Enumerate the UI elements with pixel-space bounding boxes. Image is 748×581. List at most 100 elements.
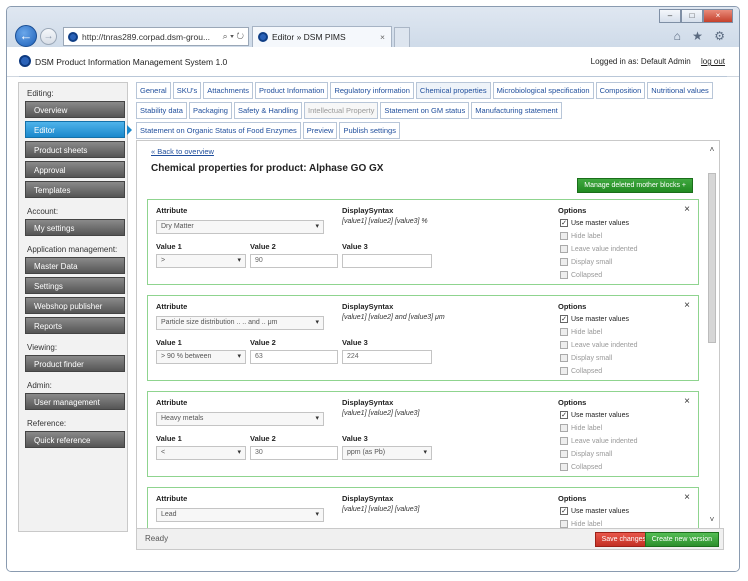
checkbox-icon[interactable] [560,328,568,336]
close-block-icon[interactable]: × [684,492,690,503]
option-display-small[interactable]: Display small [560,450,612,458]
sidebar-item-webshop-publisher[interactable]: Webshop publisher [25,297,125,314]
sidebar-item-editor[interactable]: Editor [25,121,132,138]
option-leave-value-indented[interactable]: Leave value indented [560,245,638,253]
option-use-master-values[interactable]: ✓ Use master values [560,507,629,515]
checkbox-icon[interactable] [560,463,568,471]
tab-publish-settings[interactable]: Publish settings [339,122,400,139]
tab-manufacturing-statement[interactable]: Manufacturing statement [471,102,562,119]
minimize-button[interactable]: – [659,9,681,23]
value2-input[interactable]: 63 [250,350,338,364]
checkbox-checked-icon[interactable]: ✓ [560,411,568,419]
logout-link[interactable]: log out [701,57,725,66]
address-bar[interactable]: http://tnras289.corpad.dsm-grou... ⌕ ▾ ↻ [63,27,249,46]
sidebar-item-my-settings[interactable]: My settings [25,219,125,236]
new-tab-button[interactable] [394,27,410,47]
option-leave-value-indented[interactable]: Leave value indented [560,341,638,349]
close-window-button[interactable]: × [703,9,733,23]
option-display-small[interactable]: Display small [560,258,612,266]
checkbox-icon[interactable] [560,271,568,279]
home-star-gear-icons[interactable]: ⌂ ★ ⚙ [674,29,729,43]
tab-general[interactable]: General [136,82,171,99]
sidebar-item-product-sheets[interactable]: Product sheets [25,141,125,158]
tab-close-icon[interactable]: × [380,32,385,42]
close-block-icon[interactable]: × [684,396,690,407]
attribute-select[interactable]: Heavy metals ▾ [156,412,324,426]
checkbox-checked-icon[interactable]: ✓ [560,315,568,323]
maximize-button[interactable]: □ [681,9,703,23]
checkbox-icon[interactable] [560,437,568,445]
option-collapsed[interactable]: Collapsed [560,463,602,471]
forward-arrow-icon[interactable]: → [40,28,57,45]
checkbox-checked-icon[interactable]: ✓ [560,219,568,227]
tab-packaging[interactable]: Packaging [188,102,232,119]
tab-statement-organic-status[interactable]: Statement on Organic Status of Food Enzy… [136,122,301,139]
tab-regulatory-information[interactable]: Regulatory information [330,82,414,99]
tab-attachments[interactable]: Attachments [203,82,253,99]
back-to-overview-link[interactable]: « Back to overview [151,147,214,156]
value2-input[interactable]: 90 [250,254,338,268]
sidebar-item-quick-reference[interactable]: Quick reference [25,431,125,448]
checkbox-icon[interactable] [560,520,568,528]
option-use-master-values[interactable]: ✓ Use master values [560,219,629,227]
option-use-master-values[interactable]: ✓ Use master values [560,411,629,419]
checkbox-icon[interactable] [560,450,568,458]
attribute-select[interactable]: Lead ▾ [156,508,324,522]
tab-chemical-properties[interactable]: Chemical properties [415,82,491,99]
manage-deleted-blocks-button[interactable]: Manage deleted mother blocks + [577,178,693,193]
address-url[interactable]: http://tnras289.corpad.dsm-grou... [82,32,223,42]
value3-select[interactable]: ppm (as Pb) ▾ [342,446,432,460]
option-display-small[interactable]: Display small [560,354,612,362]
value2-input[interactable]: 30 [250,446,338,460]
scroll-down-icon[interactable]: ˅ [707,515,717,525]
address-tools-icon[interactable]: ⌕ ▾ ↻ [223,31,248,42]
option-hide-label[interactable]: Hide label [560,520,602,528]
close-block-icon[interactable]: × [684,204,690,215]
checkbox-icon[interactable] [560,245,568,253]
back-arrow-icon[interactable]: ← [15,25,37,47]
value3-input[interactable]: 224 [342,350,432,364]
checkbox-icon[interactable] [560,258,568,266]
option-use-master-values[interactable]: ✓ Use master values [560,315,629,323]
sidebar-item-approval[interactable]: Approval [25,161,125,178]
value3-input[interactable] [342,254,432,268]
tab-statement-gm-status[interactable]: Statement on GM status [380,102,470,119]
close-block-icon[interactable]: × [684,300,690,311]
value1-select[interactable]: > 90 % between ▾ [156,350,246,364]
sidebar-item-reports[interactable]: Reports [25,317,125,334]
browser-tab-editor[interactable]: Editor » DSM PIMS × [252,26,392,47]
option-hide-label[interactable]: Hide label [560,424,602,432]
option-collapsed[interactable]: Collapsed [560,367,602,375]
checkbox-icon[interactable] [560,232,568,240]
tab-nutritional-values[interactable]: Nutritional values [647,82,713,99]
checkbox-icon[interactable] [560,424,568,432]
tab-preview[interactable]: Preview [302,122,338,139]
sidebar-item-product-finder[interactable]: Product finder [25,355,125,372]
sidebar-item-settings[interactable]: Settings [25,277,125,294]
value1-select[interactable]: < ▾ [156,446,246,460]
tab-stability-data[interactable]: Stability data [136,102,187,119]
sidebar-item-overview[interactable]: Overview [25,101,125,118]
sidebar-item-master-data[interactable]: Master Data [25,257,125,274]
checkbox-icon[interactable] [560,341,568,349]
option-hide-label[interactable]: Hide label [560,328,602,336]
scroll-thumb[interactable] [708,173,716,343]
sidebar-item-user-management[interactable]: User management [25,393,125,410]
tab-product-information[interactable]: Product Information [254,82,329,99]
checkbox-icon[interactable] [560,367,568,375]
attribute-select[interactable]: Particle size distribution .. .. and .. … [156,316,324,330]
scroll-up-icon[interactable]: ˄ [707,145,717,155]
create-new-version-button[interactable]: Create new version [644,532,719,547]
option-leave-value-indented[interactable]: Leave value indented [560,437,638,445]
scrollbar[interactable]: ˄ ˅ [707,145,717,525]
tab-skus[interactable]: SKU's [172,82,202,99]
tab-intellectual-property[interactable]: Intellectual Property [304,102,379,119]
attribute-select[interactable]: Dry Matter ▾ [156,220,324,234]
value1-select[interactable]: > ▾ [156,254,246,268]
checkbox-checked-icon[interactable]: ✓ [560,507,568,515]
checkbox-icon[interactable] [560,354,568,362]
option-hide-label[interactable]: Hide label [560,232,602,240]
option-collapsed[interactable]: Collapsed [560,271,602,279]
tab-composition[interactable]: Composition [595,82,646,99]
tab-safety-handling[interactable]: Safety & Handling [233,102,303,119]
